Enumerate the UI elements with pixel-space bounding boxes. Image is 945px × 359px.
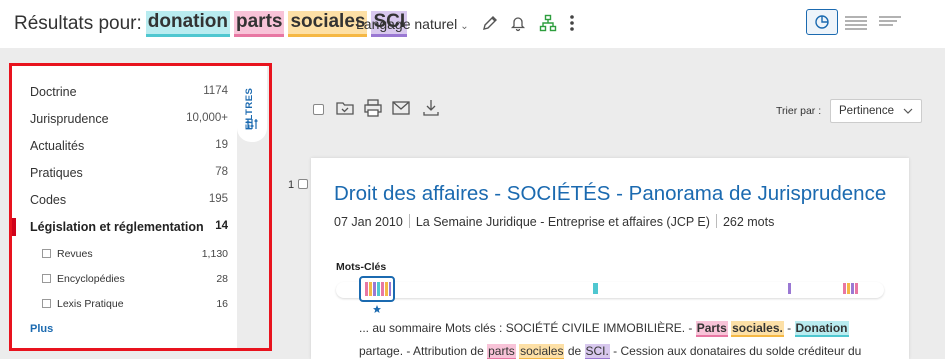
encyclopedies-checkbox[interactable] [42,274,51,283]
search-term-donation: donation [145,11,230,37]
highlight-sociales: sociales [519,344,565,359]
subitem-count: 16 [216,298,228,310]
sidebar-item-legislation[interactable]: Législation et réglementation 14 [30,220,228,234]
result-snippet-line: ... au sommaire Mots clés : SOCIÉTÉ CIVI… [359,320,879,337]
subitem-count: 1,130 [201,248,228,260]
print-icon[interactable] [363,98,383,118]
subitem-label: Revues [57,248,93,260]
keyword-hits-cluster [843,283,858,294]
sidebar-item-codes[interactable]: Codes 195 [30,193,228,207]
sidebar-item-label: Jurisprudence [30,112,109,126]
select-all-checkbox[interactable] [313,104,324,115]
keyword-density-bar[interactable] [336,276,884,316]
keywords-label: Mots-Clés [336,261,387,273]
highlight-donation: Donation [794,321,849,337]
divider [715,214,717,228]
header-bar: Résultats pour: donation parts sociales … [0,0,945,48]
sort-value: Pertinence [839,105,894,117]
results-title: Résultats pour: donation parts sociales … [14,11,411,37]
hierarchy-icon[interactable] [539,14,557,32]
sidebar-subitem-revues[interactable]: Revues 1,130 [42,248,228,260]
folder-icon[interactable] [335,98,355,118]
sidebar-item-count: 19 [215,139,228,151]
highlight-sociales: sociales. [731,321,784,337]
result-title-link[interactable]: Droit des affaires - SOCIÉTÉS - Panorama… [334,182,886,206]
chevron-down-icon: ⌄ [460,21,469,32]
language-mode-dropdown[interactable]: Langage naturel ⌄ [356,16,469,32]
snippet-text: de [564,344,585,358]
chart-view-icon [815,15,829,29]
active-indicator [12,218,16,236]
subitem-label: Encyclopédies [57,273,125,285]
snippet-text: - Cession aux donataires du solde crédit… [609,344,862,358]
sidebar-subitem-lexis-pratique[interactable]: Lexis Pratique 16 [42,298,228,310]
result-source: La Semaine Juridique - Entreprise et aff… [415,215,710,229]
result-number: 1 [288,179,309,191]
revues-checkbox[interactable] [42,249,51,258]
more-link[interactable]: Plus [30,323,53,335]
sidebar-item-doctrine[interactable]: Doctrine 1174 [30,85,228,99]
chart-view-button[interactable] [806,9,838,35]
sidebar-item-count: 10,000+ [186,112,228,124]
pencil-icon[interactable] [481,14,499,32]
snippet-text: partage. - Attribution de [359,344,488,358]
divider [408,214,410,228]
sidebar-item-count: 195 [208,193,228,205]
category-sidebar: Doctrine 1174 Jurisprudence 10,000+ Actu… [12,66,237,351]
result-meta: 07 Jan 2010 La Semaine Juridique - Entrep… [334,214,774,229]
result-snippet-line: partage. - Attribution de parts sociales… [359,343,879,359]
sidebar-item-label: Codes [30,193,67,207]
search-term-parts: parts [234,11,285,37]
sliders-icon [246,119,258,129]
download-icon[interactable] [421,98,441,118]
sidebar-item-pratiques[interactable]: Pratiques 78 [30,166,228,180]
star-icon [373,305,381,313]
list-view-icon[interactable] [843,12,869,32]
sort-dropdown[interactable]: Pertinence [830,99,922,123]
sidebar-item-count: 14 [215,220,228,232]
lexis-pratique-checkbox[interactable] [42,299,51,308]
result-index: 1 [288,179,295,191]
subitem-count: 28 [216,273,228,285]
bell-icon[interactable] [509,14,527,32]
more-vertical-icon[interactable] [563,14,581,32]
compact-view-icon[interactable] [877,12,903,32]
sidebar-item-label: Doctrine [30,85,77,99]
highlight-parts: Parts [695,321,728,337]
keyword-hit [788,283,791,294]
sidebar-item-label: Actualités [30,139,85,153]
keyword-hit [593,283,598,294]
highlight-parts: parts [487,344,516,359]
filters-tab[interactable]: FILTRES [237,66,267,142]
mail-icon[interactable] [391,98,411,118]
snippet-text: ... au sommaire Mots clés : SOCIÉTÉ CIVI… [359,321,696,335]
sidebar-subitem-encyclopedies[interactable]: Encyclopédies 28 [42,273,228,285]
sort-label: Trier par : [776,105,822,117]
subitem-label: Lexis Pratique [57,298,124,310]
result-date: 07 Jan 2010 [334,215,403,229]
sidebar-item-label: Législation et réglementation [30,220,204,234]
result-card: Droit des affaires - SOCIÉTÉS - Panorama… [311,158,909,359]
snippet-text: - [783,321,795,335]
sidebar-item-label: Pratiques [30,166,83,180]
chevron-down-icon [903,108,913,114]
language-mode-label: Langage naturel [356,16,458,32]
sidebar-item-count: 1174 [203,85,228,97]
results-prefix: Résultats pour: [14,13,142,34]
sidebar-item-count: 78 [215,166,228,178]
result-word-count: 262 mots [722,215,775,229]
result-checkbox[interactable] [298,179,309,189]
sidebar-item-actualites[interactable]: Actualités 19 [30,139,228,153]
sidebar-item-jurisprudence[interactable]: Jurisprudence 10,000+ [30,112,228,126]
highlight-sci: SCI. [584,344,610,359]
